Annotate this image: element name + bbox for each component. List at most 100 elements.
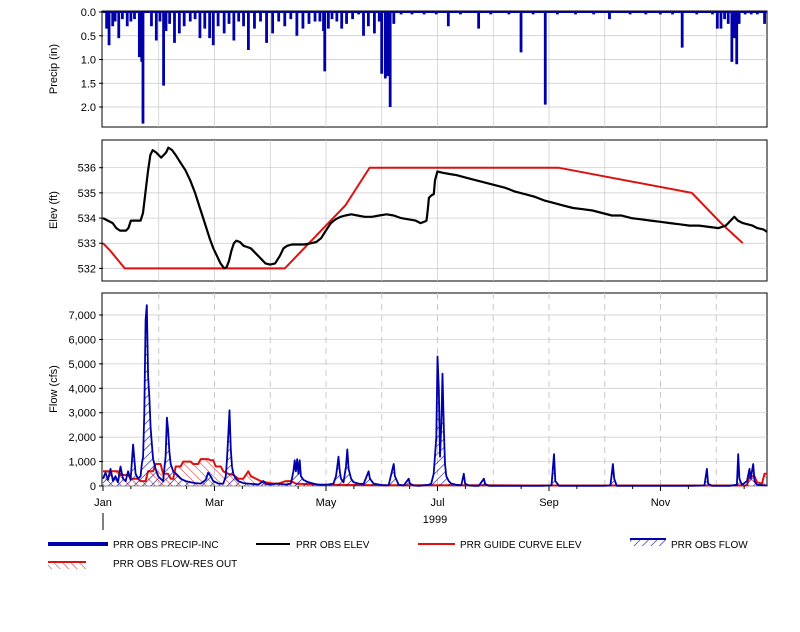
precip-bar [362, 12, 365, 36]
precip-bar [307, 12, 311, 24]
precip-bar [203, 12, 207, 29]
precip-bar [373, 12, 376, 34]
legend-label-flow: PRR OBS FLOW [671, 540, 748, 551]
precip-bar [326, 12, 330, 29]
precip-bar [253, 12, 256, 29]
precip-bar [715, 12, 719, 29]
flow-tick-label: 7,000 [68, 310, 96, 322]
precip-bar [335, 12, 339, 22]
elev-axis-label: Elev (ft) [48, 191, 60, 229]
flow-tick-label: 5,000 [68, 359, 96, 371]
precip-bar [531, 12, 535, 15]
precip-bar [644, 12, 648, 15]
precip-bar [133, 12, 136, 20]
precip-bar [141, 12, 145, 124]
precip-bar [164, 12, 168, 31]
legend-label-res-out: PRR OBS FLOW-RES OUT [113, 559, 237, 570]
precip-bar [277, 12, 281, 22]
precip-bar [154, 12, 158, 41]
precip-bar [259, 12, 262, 22]
precip-bar [749, 12, 753, 15]
chart-window: Precip (in) Elev (ft) Flow (cfs) 0.0 0.5 1… [0, 0, 800, 627]
precip-bar [735, 12, 739, 65]
year-label: 1999 [423, 514, 447, 526]
precip-bar [345, 12, 348, 24]
precip-bar [410, 12, 414, 15]
precip-bar [173, 12, 176, 43]
precip-bar [340, 12, 344, 29]
precip-bar [237, 12, 241, 22]
precip-tick-label: 1.5 [81, 78, 96, 90]
legend-item-res-out: PRR OBS FLOW-RES OUT [48, 559, 237, 570]
flow-tick-label: 3,000 [68, 408, 96, 420]
precip-bar [543, 12, 547, 105]
precip-bar [150, 12, 153, 27]
precip-bar [295, 12, 299, 36]
legend-label-guide: PRR GUIDE CURVE ELEV [460, 540, 582, 551]
precip-bar [247, 12, 250, 50]
legend-label-precip: PRR OBS PRECIP-INC [113, 540, 219, 551]
precip-bar [113, 12, 117, 22]
precip-bar [351, 12, 355, 20]
precip-bar [271, 12, 275, 34]
precip-bar [726, 12, 730, 24]
hydrograph-plot: Precip (in) Elev (ft) Flow (cfs) 0.0 0.5 1… [48, 7, 768, 570]
precip-bar [120, 12, 124, 20]
flow-tick-label: 0 [90, 481, 96, 493]
precip-bar [399, 12, 403, 15]
legend-item-guide: PRR GUIDE CURVE ELEV [418, 540, 582, 551]
precip-bar [711, 12, 714, 15]
precip-bar [422, 12, 426, 15]
precip-bar [680, 12, 684, 48]
elev-tick-label: 535 [78, 188, 96, 200]
precip-bar [289, 12, 293, 20]
precip-tick-label: 0.5 [81, 31, 96, 43]
precip-bar [392, 12, 396, 24]
flow-tick-label: 2,000 [68, 432, 96, 444]
precip-bar [477, 12, 481, 29]
precip-bar [658, 12, 662, 15]
precip-bar [318, 12, 322, 22]
precip-panel-frame [101, 10, 768, 128]
precip-axis-label: Precip (in) [48, 44, 60, 94]
flow-tick-label: 1,000 [68, 457, 96, 469]
flow-axis-label: Flow (cfs) [48, 365, 60, 413]
precip-bar [211, 12, 215, 46]
precip-bar [519, 12, 523, 53]
legend-label-elev: PRR OBS ELEV [296, 540, 370, 551]
precip-bar [386, 12, 390, 77]
precip-bar [730, 12, 734, 62]
precip-bar [459, 12, 462, 15]
flow-tick-label: 4,000 [68, 383, 96, 395]
precip-tick-label: 0.0 [81, 7, 96, 19]
precip-bar [313, 12, 317, 22]
precip-bar [388, 12, 392, 107]
precip-bar [227, 12, 231, 24]
precip-bar [723, 12, 726, 20]
precip-bar [383, 12, 387, 79]
legend-item-precip: PRR OBS PRECIP-INC [48, 540, 219, 551]
precip-bar [283, 12, 287, 27]
flow-tick-label: 6,000 [68, 334, 96, 346]
precip-bar [628, 12, 632, 15]
x-tick-label: Sep [539, 497, 559, 509]
precip-bar [177, 12, 181, 34]
precip-bar [763, 12, 766, 24]
precip-bar [507, 12, 511, 15]
precip-bar [743, 12, 747, 15]
precip-bar [301, 12, 305, 29]
elev-tick-label: 536 [78, 163, 96, 175]
precip-bar [555, 12, 559, 15]
precip-bar [198, 12, 202, 39]
precip-bar [719, 12, 723, 29]
precip-bar [242, 12, 245, 27]
x-tick-label: Mar [205, 497, 224, 509]
precip-bar [105, 12, 109, 29]
precip-bar [330, 12, 334, 20]
precip-tick-label: 2.0 [81, 102, 96, 114]
precip-bar [737, 12, 741, 24]
precip-bar [265, 12, 268, 43]
precip-bar [107, 12, 111, 46]
precip-bar [446, 12, 450, 27]
x-tick-label: Jul [430, 497, 444, 509]
